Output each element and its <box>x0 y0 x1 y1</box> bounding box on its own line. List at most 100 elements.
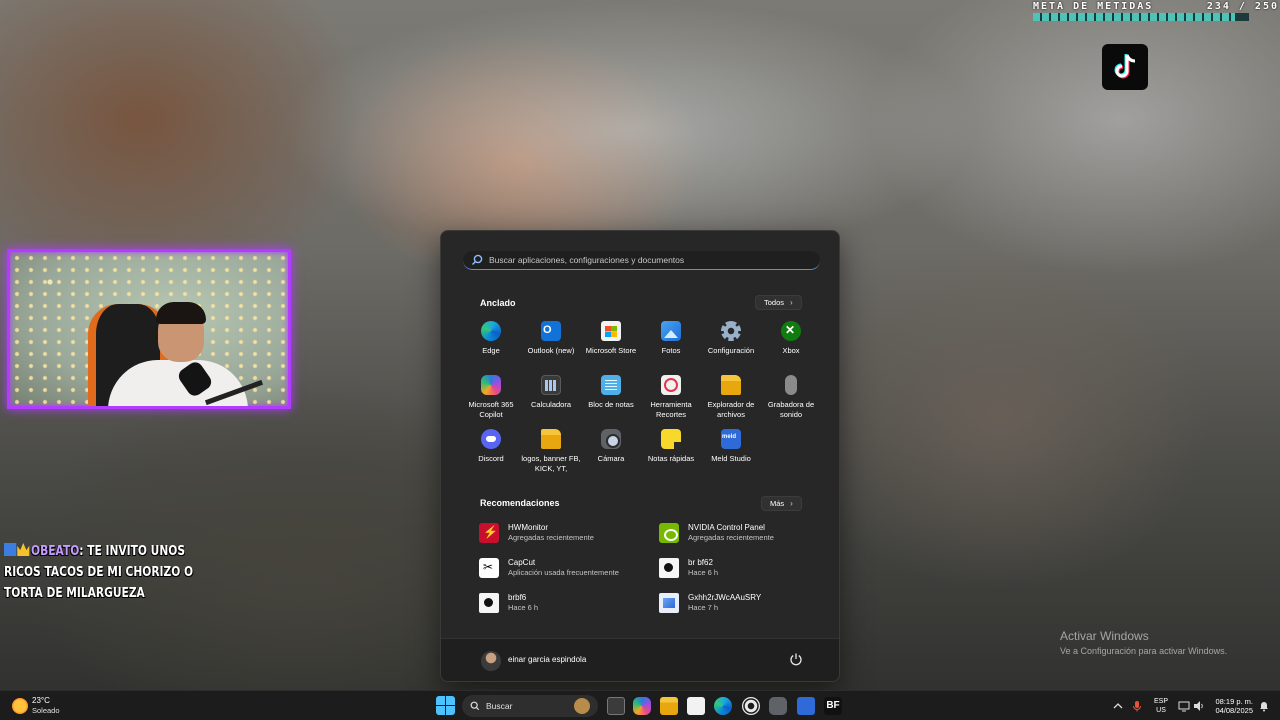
pinned-app-photos[interactable]: Fotos <box>641 321 701 367</box>
stream-goal-bar: META DE METIDAS 234 / 250 <box>1033 1 1279 21</box>
all-apps-button[interactable]: Todos › <box>755 295 802 310</box>
pinned-app-sticky-notes[interactable]: Notas rápidas <box>641 429 701 475</box>
sound-recorder-icon <box>785 375 797 395</box>
capcut-icon <box>479 557 499 578</box>
pinned-app-notepad[interactable]: Bloc de notas <box>581 375 641 421</box>
power-icon[interactable] <box>789 652 803 666</box>
pinned-app-camera[interactable]: Cámara <box>581 429 641 475</box>
pinned-app-xbox[interactable]: Xbox <box>761 321 821 367</box>
pinned-app-m365-copilot[interactable]: Microsoft 365 Copilot <box>461 375 521 421</box>
pinned-app-edge[interactable]: Edge <box>461 321 521 367</box>
notification-bell-icon[interactable] <box>1258 700 1270 712</box>
streamer-hair <box>156 302 206 324</box>
chat-username: OBEATO <box>31 544 80 559</box>
app-label: Notas rápidas <box>647 454 695 463</box>
all-apps-label: Todos <box>764 298 785 307</box>
system-clock[interactable]: 08:19 p. m. 04/08/2025 <box>1213 697 1253 715</box>
rec-item-hwmonitor[interactable]: HWMonitorAgregadas recientemente <box>479 521 659 544</box>
rec-item-gxhh2[interactable]: Gxhh2rJWcAAuSRY Hace 7 h <box>659 591 819 614</box>
taskbar-search-label: Buscar <box>486 701 513 711</box>
pinned-app-meld-studio[interactable]: Meld Studio <box>701 429 761 475</box>
app-label: Configuración <box>707 346 755 355</box>
rec-title: brbf6 <box>508 592 527 602</box>
rec-item-br-bf62[interactable]: br bf62 Hace 6 h <box>659 556 819 579</box>
rec-item-capcut[interactable]: CapCutAplicación usada frecuentemente <box>479 556 659 579</box>
tiktok-icon <box>1102 44 1148 90</box>
pinned-app-settings[interactable]: Configuración <box>701 321 761 367</box>
snipping-tool-icon <box>661 375 681 395</box>
file-explorer-icon <box>721 375 741 395</box>
chevron-up-icon[interactable] <box>1112 700 1124 712</box>
rec-title: NVIDIA Control Panel <box>688 522 765 532</box>
clock-time: 08:19 p. m. <box>1215 697 1253 706</box>
search-icon <box>472 254 483 265</box>
taskbar-search[interactable]: Buscar <box>462 695 598 717</box>
edge-icon[interactable] <box>714 697 732 715</box>
app-label: Edge <box>482 346 500 355</box>
user-name[interactable]: einar garcia espindola <box>508 655 586 664</box>
pinned-app-store[interactable]: Microsoft Store <box>581 321 641 367</box>
rec-subtitle: Hace 6 h <box>688 567 719 577</box>
badge-icon <box>4 543 17 556</box>
network-icon[interactable] <box>1178 700 1190 712</box>
pinned-app-calculator[interactable]: Calculadora <box>521 375 581 421</box>
weather-widget[interactable]: 23°C Soleado <box>12 696 60 716</box>
goal-count: 234 / 250 <box>1206 1 1279 12</box>
language-indicator[interactable]: ESP US <box>1154 697 1168 715</box>
copilot-icon[interactable] <box>633 697 651 715</box>
rec-subtitle: Hace 6 h <box>508 602 539 612</box>
rec-item-brbf6[interactable]: brbf6 Hace 6 h <box>479 591 659 614</box>
calculator-icon <box>541 375 561 395</box>
rec-item-nvidia[interactable]: NVIDIA Control Panel Agregadas recienteme… <box>659 521 819 544</box>
activate-title: Activar Windows <box>1060 629 1149 643</box>
start-button[interactable] <box>436 696 455 715</box>
pinned-folder-logos[interactable]: logos, banner FB, KICK, YT, <box>521 429 581 475</box>
clock-date: 04/08/2025 <box>1215 706 1253 715</box>
user-avatar[interactable] <box>481 651 501 671</box>
camera-icon[interactable] <box>769 697 787 715</box>
rec-subtitle: Agregadas recientemente <box>688 532 774 542</box>
bf-icon[interactable]: BF <box>824 697 842 715</box>
more-label: Más <box>770 499 785 508</box>
app-label: Herramienta Recortes <box>650 400 692 419</box>
task-view-icon[interactable] <box>607 697 625 715</box>
activate-windows-watermark: Activar Windows Ve a Configuración para … <box>1060 629 1227 656</box>
pinned-app-snipping-tool[interactable]: Herramienta Recortes <box>641 375 701 421</box>
app-label: Cámara <box>597 454 625 463</box>
recommended-heading: Recomendaciones <box>480 498 560 508</box>
camera-icon <box>601 429 621 449</box>
chevron-right-icon: › <box>790 298 793 307</box>
pinned-app-outlook[interactable]: Outlook (new) <box>521 321 581 367</box>
app-label: Explorador de archivos <box>707 400 755 419</box>
app-label: Xbox <box>782 346 800 355</box>
rec-title: br bf62 <box>688 557 713 567</box>
start-search-input[interactable]: Buscar aplicaciones, configuraciones y d… <box>463 251 820 270</box>
app-label: Bloc de notas <box>588 400 634 409</box>
rec-title: Gxhh2rJWcAAuSRY <box>688 592 762 602</box>
settings-icon <box>721 321 741 341</box>
microphone-icon[interactable] <box>1131 700 1143 712</box>
meld-icon <box>721 429 741 449</box>
hwmonitor-icon <box>479 522 499 543</box>
weather-temp: 23°C <box>32 696 50 705</box>
app-label: Grabadora de sonido <box>767 400 815 419</box>
store-icon[interactable] <box>687 697 705 715</box>
app-label: Fotos <box>661 346 681 355</box>
goal-label: META DE METIDAS <box>1033 1 1154 12</box>
outlook-icon <box>541 321 561 341</box>
more-button[interactable]: Más › <box>761 496 802 511</box>
nvidia-icon <box>659 522 679 543</box>
obs-icon[interactable] <box>742 697 760 715</box>
crown-icon <box>17 543 30 556</box>
pinned-app-discord[interactable]: Discord <box>461 429 521 475</box>
app-label: Microsoft Store <box>585 346 637 355</box>
app-label: Microsoft 365 Copilot <box>468 400 514 419</box>
activate-subtitle: Ve a Configuración para activar Windows. <box>1060 646 1228 656</box>
m365-copilot-icon <box>481 375 501 395</box>
file-explorer-icon[interactable] <box>660 697 678 715</box>
pinned-app-file-explorer[interactable]: Explorador de archivos <box>701 375 761 421</box>
pinned-app-sound-recorder[interactable]: Grabadora de sonido <box>761 375 821 421</box>
meld-icon[interactable] <box>797 697 815 715</box>
volume-icon[interactable] <box>1193 700 1205 712</box>
app-label: Calculadora <box>530 400 572 409</box>
